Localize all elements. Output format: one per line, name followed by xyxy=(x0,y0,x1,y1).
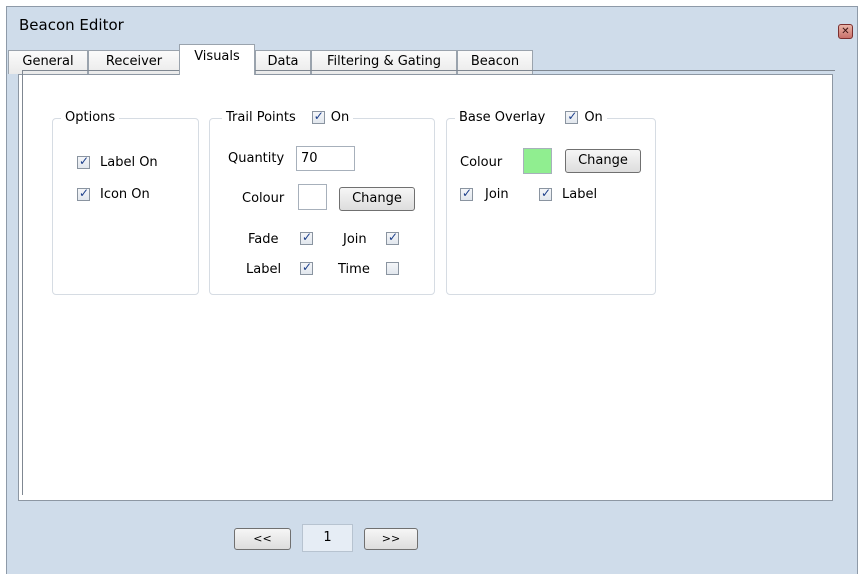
tab-beacon[interactable]: Beacon xyxy=(457,50,533,74)
base-colour-swatch[interactable] xyxy=(523,148,552,174)
trail-points-on-label: On xyxy=(330,110,350,125)
base-colour-label: Colour xyxy=(460,155,503,170)
tab-strip: General Receiver Visuals Data Filtering … xyxy=(8,44,838,75)
base-label-checkbox[interactable] xyxy=(539,186,552,201)
fade-checkbox[interactable] xyxy=(300,230,313,245)
next-page-button[interactable]: >> xyxy=(364,528,418,550)
page-number: 1 xyxy=(302,524,353,552)
tab-visuals[interactable]: Visuals xyxy=(179,44,255,75)
close-icon[interactable]: ✕ xyxy=(838,24,853,39)
trail-colour-swatch[interactable] xyxy=(298,184,327,210)
trail-points-on-checkbox[interactable] xyxy=(311,109,325,124)
title-bar: Beacon Editor ✕ xyxy=(7,7,857,41)
tab-filtering-gating[interactable]: Filtering & Gating xyxy=(311,50,457,74)
trail-colour-label: Colour xyxy=(242,191,285,206)
tab-general[interactable]: General xyxy=(8,50,88,74)
label-on-checkbox[interactable] xyxy=(77,154,90,169)
icon-on-label: Icon On xyxy=(100,187,150,202)
trail-label-checkbox[interactable] xyxy=(300,260,313,275)
trail-label-label: Label xyxy=(246,262,282,277)
label-on-label: Label On xyxy=(100,155,158,170)
tab-data[interactable]: Data xyxy=(255,50,311,74)
base-overlay-title: Base Overlay xyxy=(459,110,546,125)
options-group: Options xyxy=(52,110,199,295)
time-label: Time xyxy=(338,262,370,277)
base-join-checkbox[interactable] xyxy=(460,186,473,201)
base-overlay-on-label: On xyxy=(584,110,603,125)
trail-join-label: Join xyxy=(343,232,367,247)
trail-join-checkbox[interactable] xyxy=(386,230,399,245)
base-overlay-on-checkbox[interactable] xyxy=(565,109,579,124)
base-overlay-group: Base Overlay On xyxy=(446,109,656,295)
trail-points-title: Trail Points xyxy=(226,110,296,125)
options-title: Options xyxy=(65,110,116,125)
base-join-label: Join xyxy=(485,187,509,202)
window-title: Beacon Editor xyxy=(19,16,124,34)
base-label-label: Label xyxy=(562,187,598,202)
quantity-label: Quantity xyxy=(228,151,285,166)
tab-receiver[interactable]: Receiver xyxy=(88,50,180,74)
fade-label: Fade xyxy=(248,232,279,247)
trail-change-button[interactable]: Change xyxy=(339,187,415,211)
icon-on-checkbox[interactable] xyxy=(77,186,90,201)
time-checkbox[interactable] xyxy=(386,262,399,275)
prev-page-button[interactable]: << xyxy=(234,528,291,550)
quantity-input[interactable]: 70 xyxy=(296,146,355,171)
base-change-button[interactable]: Change xyxy=(565,149,641,173)
